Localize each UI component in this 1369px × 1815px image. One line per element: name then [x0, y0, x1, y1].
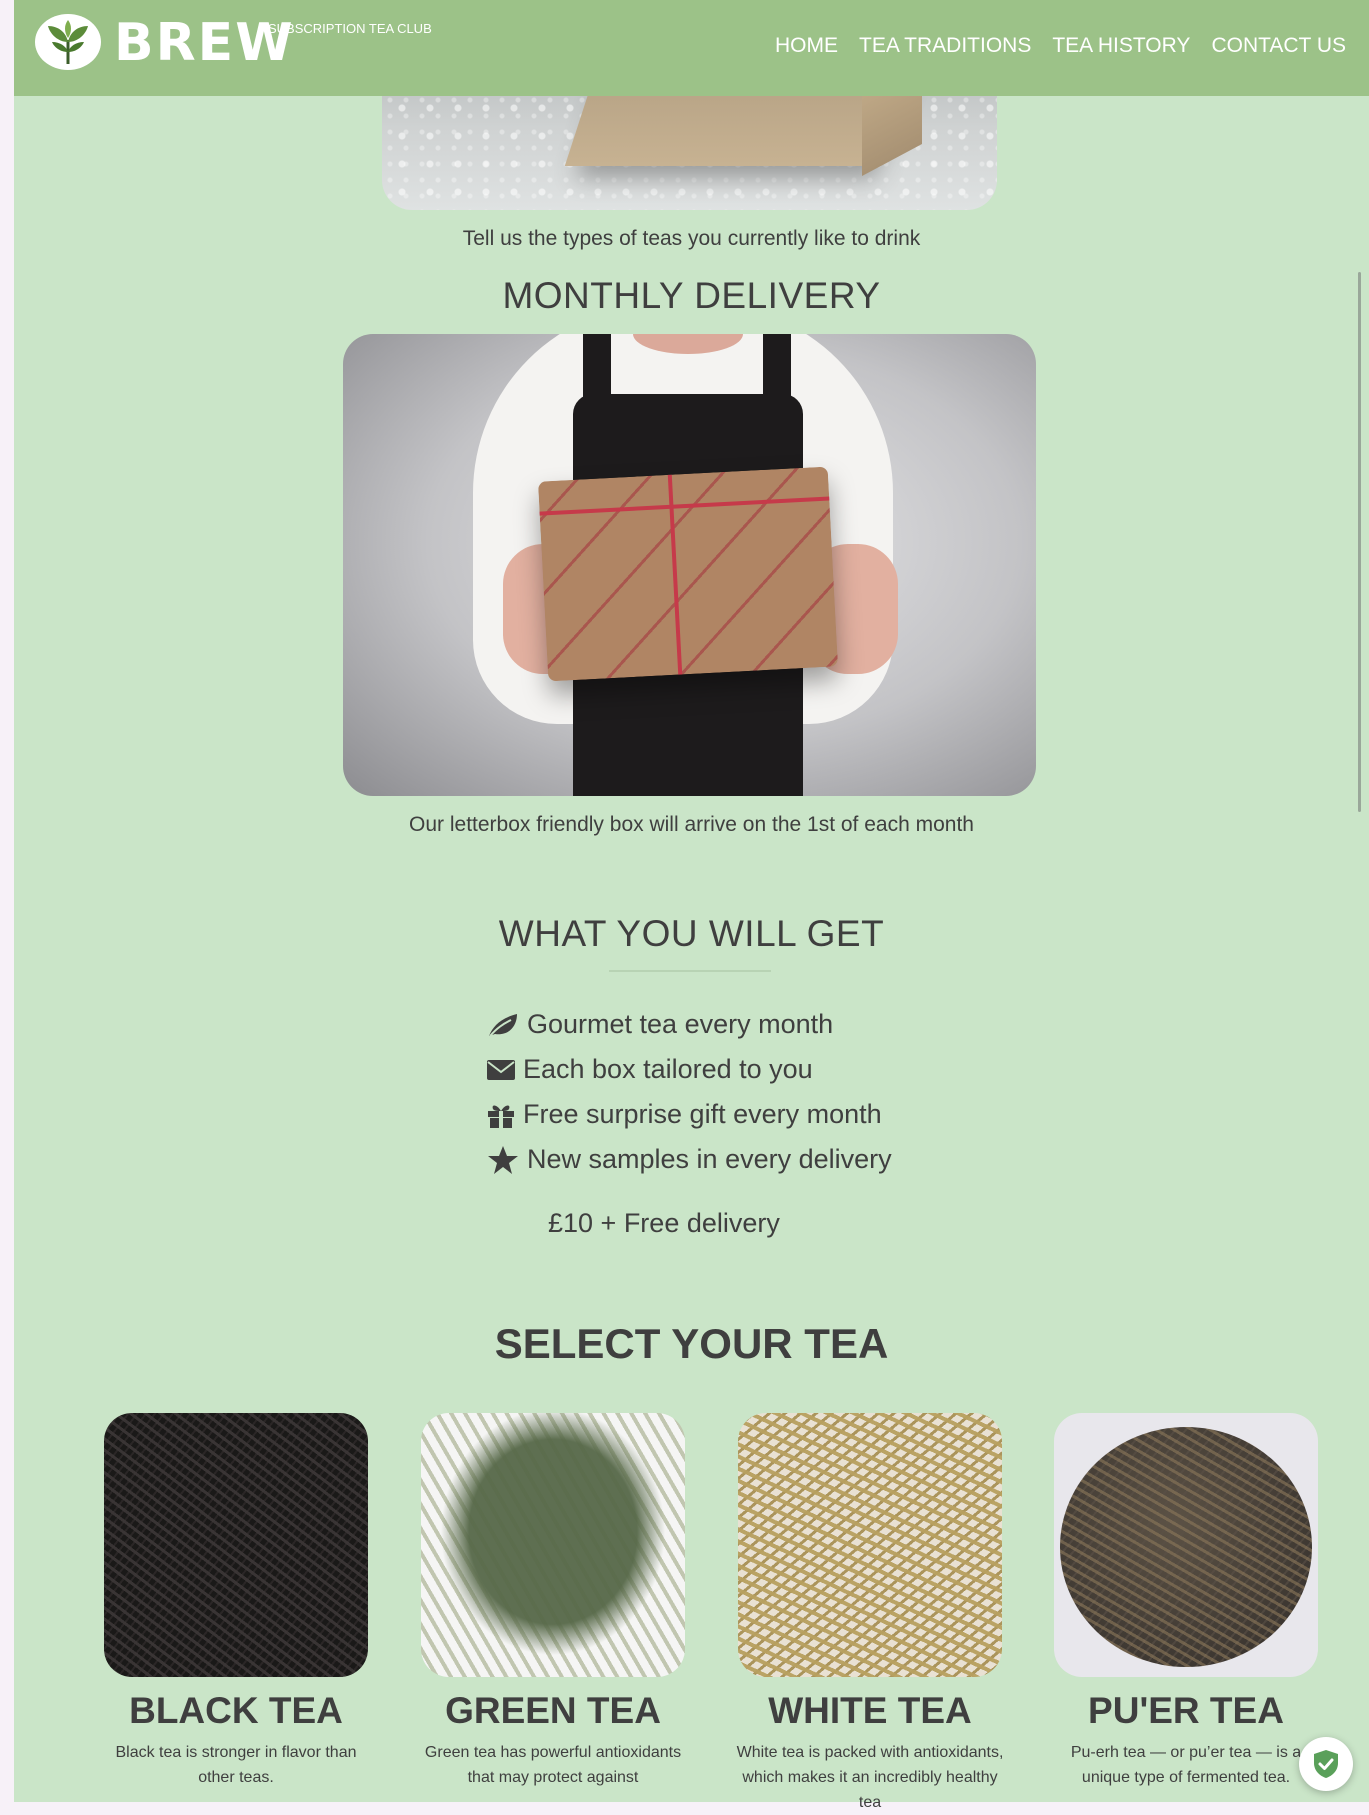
gift-icon: [488, 1104, 514, 1128]
benefit-text: Free surprise gift every month: [523, 1099, 882, 1129]
tea-description: Green tea has powerful antioxidants that…: [424, 1744, 682, 1786]
tea-card-puer[interactable]: PU'ER TEA Pu-erh tea — or pu’er tea — is…: [1046, 1413, 1326, 1790]
green-tea-image[interactable]: [421, 1413, 685, 1677]
main-nav: HOME TEA TRADITIONS TEA HISTORY CONTACT …: [754, 34, 1346, 58]
benefit-item: New samples in every delivery: [487, 1137, 987, 1182]
brew-logo[interactable]: [35, 14, 101, 70]
monthly-delivery-caption: Our letterbox friendly box will arrive o…: [409, 813, 974, 836]
select-your-tea-heading: SELECT YOUR TEA: [494, 1320, 889, 1367]
tea-description: Black tea is stronger in flavor than oth…: [115, 1744, 357, 1786]
tea-name: WHITE TEA: [768, 1690, 972, 1731]
nav-tea-history[interactable]: TEA HISTORY: [1052, 34, 1190, 58]
tea-card-black[interactable]: BLACK TEA Black tea is stronger in flavo…: [96, 1413, 376, 1790]
benefits-list: Gourmet tea every month Each box tailore…: [487, 1002, 987, 1182]
white-tea-image[interactable]: [738, 1413, 1002, 1677]
tea-description: Pu-erh tea — or pu’er tea — is a unique …: [1070, 1744, 1302, 1786]
benefit-item: Each box tailored to you: [487, 1047, 987, 1092]
brand-tagline: SUBSCRIPTION TEA CLUB: [268, 21, 432, 36]
shield-check-icon: [1314, 1750, 1338, 1778]
leaf-icon: [489, 1013, 517, 1037]
benefit-item: Free surprise gift every month: [487, 1092, 987, 1137]
nav-contact-us[interactable]: CONTACT US: [1211, 34, 1346, 58]
navbar: BREW SUBSCRIPTION TEA CLUB HOME TEA TRAD…: [14, 0, 1369, 96]
heading-divider: [609, 970, 771, 972]
price-text: £10 + Free delivery: [548, 1208, 780, 1238]
envelope-icon: [487, 1059, 515, 1080]
benefit-item: Gourmet tea every month: [487, 1002, 987, 1047]
scrollbar[interactable]: [1358, 272, 1361, 812]
nav-home[interactable]: HOME: [775, 34, 838, 58]
intro-caption: Tell us the types of teas you currently …: [462, 227, 921, 250]
nav-tea-traditions[interactable]: TEA TRADITIONS: [859, 34, 1031, 58]
tea-name: GREEN TEA: [445, 1690, 661, 1731]
star-icon: [488, 1145, 518, 1174]
black-tea-image[interactable]: [104, 1413, 368, 1677]
monthly-delivery-heading: MONTHLY DELIVERY: [502, 275, 881, 316]
gift-box-photo: [343, 334, 1036, 796]
tea-description: White tea is packed with antioxidants, w…: [736, 1744, 1004, 1811]
tea-card-green[interactable]: GREEN TEA Green tea has powerful antioxi…: [413, 1413, 693, 1790]
benefit-text: New samples in every delivery: [527, 1144, 892, 1174]
puer-tea-image[interactable]: [1054, 1413, 1318, 1677]
benefit-text: Each box tailored to you: [523, 1054, 813, 1084]
security-badge[interactable]: [1299, 1737, 1353, 1791]
what-you-will-get-heading: WHAT YOU WILL GET: [498, 913, 885, 954]
tea-plant-icon: [48, 20, 88, 64]
tea-name: PU'ER TEA: [1088, 1690, 1284, 1731]
benefit-text: Gourmet tea every month: [527, 1009, 834, 1039]
tea-card-white[interactable]: WHITE TEA White tea is packed with antio…: [730, 1413, 1010, 1815]
tea-name: BLACK TEA: [129, 1690, 343, 1731]
